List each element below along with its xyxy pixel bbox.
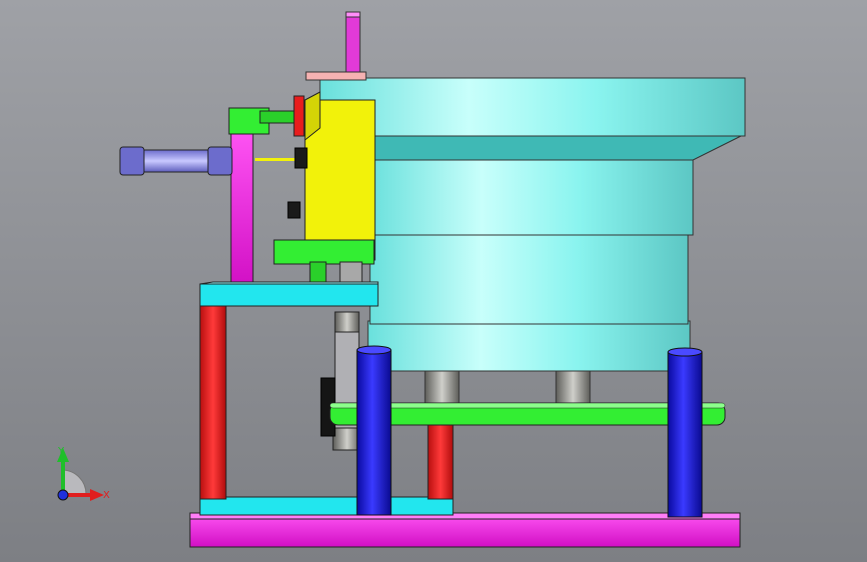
sensor-block-top[interactable] <box>294 147 308 169</box>
red-stop-block[interactable] <box>293 95 305 137</box>
y-axis-label: Y <box>57 446 65 457</box>
air-cylinder-horizontal[interactable] <box>119 146 233 176</box>
sensor-block-bottom[interactable] <box>287 201 301 219</box>
magenta-arm[interactable] <box>230 127 254 289</box>
z-axis-dot <box>57 489 69 501</box>
cad-viewport[interactable]: Y X <box>0 0 867 562</box>
top-guide-rod[interactable] <box>345 11 361 79</box>
base-plate[interactable] <box>189 512 741 548</box>
support-column-left[interactable] <box>356 345 392 516</box>
upper-frame-plate[interactable] <box>199 281 379 307</box>
axis-triad: Y X <box>57 446 110 501</box>
cylinder-piston-rod[interactable] <box>255 158 295 161</box>
frame-post-left[interactable] <box>199 302 227 500</box>
x-axis-arrow <box>90 489 104 501</box>
assembly-model[interactable]: Y X <box>0 0 867 562</box>
frame-post-right[interactable] <box>427 419 454 500</box>
vibratory-bowl[interactable] <box>319 77 746 372</box>
top-cap[interactable] <box>305 71 367 81</box>
triad-arc <box>62 469 87 495</box>
support-column-right[interactable] <box>667 347 703 518</box>
spring-stop[interactable] <box>339 261 363 283</box>
x-axis-label: X <box>103 490 110 501</box>
lower-frame-plate[interactable] <box>199 496 454 516</box>
yellow-feeder-block[interactable] <box>304 91 376 261</box>
